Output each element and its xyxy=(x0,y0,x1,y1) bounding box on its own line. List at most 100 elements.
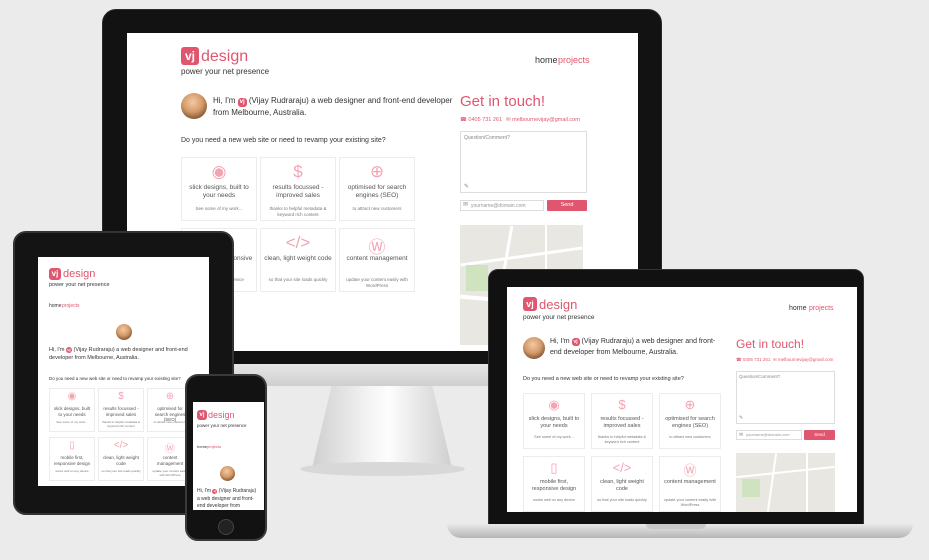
dollar-icon: $ xyxy=(293,162,303,181)
phone-icon: ☎ xyxy=(736,357,742,362)
laptop-notch xyxy=(646,524,706,529)
avatar xyxy=(181,93,207,119)
question-text: Do you need a new web site or need to re… xyxy=(49,376,181,381)
pencil-icon: ✎ xyxy=(464,184,470,190)
service-card[interactable]: </> clean, light weight code so that your … xyxy=(260,228,336,292)
intro-text: Hi, I'm vj (Vijay Rudraraju) a web desig… xyxy=(213,96,453,117)
intro-text: Hi, I'm vj (Vijay Rudraraju) a web desig… xyxy=(197,488,257,509)
inline-logo-mark: vj xyxy=(65,347,72,353)
service-card-subtitle: See some of my work... xyxy=(195,206,243,211)
tagline: power your net presence xyxy=(197,423,247,428)
phone-icon: ☎ xyxy=(460,117,467,123)
email-input[interactable]: ✉ yourname@domain.com xyxy=(736,430,802,440)
service-card[interactable]: </> clean, light weight code so that your … xyxy=(591,456,653,512)
service-card-title: content management xyxy=(664,479,716,485)
service-card[interactable]: Ⓦcontent management update your content e… xyxy=(339,228,415,292)
logo-name[interactable]: design xyxy=(201,47,248,66)
intro-text: Hi, I'm vj (Vijay Rudraraju) a web desig… xyxy=(49,347,188,362)
logo-mark[interactable]: vj xyxy=(197,410,207,420)
eye-icon: ◉ xyxy=(548,397,560,412)
logo-mark[interactable]: vj xyxy=(181,47,199,65)
nav-home[interactable]: home xyxy=(49,303,62,309)
service-card[interactable]: $ results focussed - improved sales thanks… xyxy=(98,388,144,432)
service-card[interactable]: $ results focussed - improved sales thanks… xyxy=(260,157,336,221)
nav-projects[interactable]: projects xyxy=(62,303,80,309)
contact-heading: Get in touch! xyxy=(460,93,546,110)
code-icon: </> xyxy=(113,440,129,451)
mobile-icon: ▯ xyxy=(550,460,558,475)
dollar-icon: $ xyxy=(118,391,124,402)
service-card[interactable]: ⊕ optimised for search engines (SEO) to at… xyxy=(659,393,721,449)
comment-placeholder: Question/Comment? xyxy=(739,374,781,379)
service-card-title: results focussed - improved sales xyxy=(600,416,644,429)
nav-home[interactable]: home xyxy=(789,305,807,313)
service-card-title: slick designs, built to your needs xyxy=(528,416,580,429)
nav-projects[interactable]: projects xyxy=(809,305,834,313)
tagline: power your net presence xyxy=(49,282,110,288)
service-card[interactable]: $ results focussed - improved sales thanks… xyxy=(591,393,653,449)
avatar xyxy=(116,324,132,340)
map[interactable] xyxy=(736,453,835,512)
service-card-title: results focussed - improved sales xyxy=(272,184,324,200)
inline-logo-mark: vj xyxy=(571,338,580,346)
nav-home[interactable]: home xyxy=(197,444,207,450)
phone-text[interactable]: ☎ 0405 731 261 xyxy=(736,357,770,362)
service-card[interactable]: ▯ mobile first, responsive design works we… xyxy=(523,456,585,512)
logo-mark[interactable]: vj xyxy=(523,297,537,311)
nav-projects[interactable]: projects xyxy=(207,444,221,450)
phone-screen: vj design power your net presence home p… xyxy=(193,402,264,510)
logo-name[interactable]: design xyxy=(63,268,95,281)
target-icon: ⊕ xyxy=(684,397,696,412)
email-text[interactable]: ✉ melbournevijay@gmail.com xyxy=(773,357,833,362)
service-card-subtitle: so that your site loads quickly xyxy=(101,469,141,473)
service-card-title: optimised for search engines (SEO) xyxy=(347,184,407,200)
service-card[interactable]: </> clean, light weight code so that your … xyxy=(98,437,144,481)
service-card-subtitle: works well on any device xyxy=(533,498,575,502)
service-card-subtitle: thanks to helpful metadata & keyword ric… xyxy=(101,420,141,428)
logo-mark[interactable]: vj xyxy=(49,268,61,280)
inline-logo-mark: vj xyxy=(237,98,247,107)
nav-home[interactable]: home xyxy=(535,55,558,66)
comment-textarea[interactable]: Question/Comment? ✎ xyxy=(736,371,835,424)
service-card-title: slick designs, built to your needs xyxy=(189,184,249,200)
comment-placeholder: Question/Comment? xyxy=(464,135,510,141)
service-card-title: mobile first, responsive design xyxy=(53,455,91,466)
send-button[interactable]: Send xyxy=(547,200,587,211)
service-card[interactable]: Ⓦcontent management update your content e… xyxy=(659,456,721,512)
service-card[interactable]: ◉ slick designs, built to your needs See s… xyxy=(523,393,585,449)
target-icon: ⊕ xyxy=(165,391,175,402)
service-card[interactable]: ⊕ optimised for search engines (SEO) to at… xyxy=(339,157,415,221)
logo-name[interactable]: design xyxy=(539,297,577,313)
service-card[interactable]: ◉ slick designs, built to your needs See s… xyxy=(49,388,95,432)
service-card[interactable]: ◉ slick designs, built to your needs See s… xyxy=(181,157,257,221)
avatar xyxy=(523,337,545,359)
send-button[interactable]: Send xyxy=(804,430,835,440)
comment-textarea[interactable]: Question/Comment? ✎ xyxy=(460,131,587,193)
code-icon: </> xyxy=(285,233,311,252)
logo-name[interactable]: design xyxy=(208,410,235,421)
service-card-title: content management xyxy=(156,455,184,466)
service-card-subtitle: See some of my work... xyxy=(56,420,88,424)
email-text[interactable]: ✉ melbournevijay@gmail.com xyxy=(506,117,580,124)
question-text: Do you need a new web site or need to re… xyxy=(181,137,386,144)
mail-icon: ✉ xyxy=(773,357,777,362)
question-text: Do you need a new web site or need to re… xyxy=(523,376,684,382)
service-card-subtitle: so that your site loads quickly xyxy=(268,277,328,282)
service-card-subtitle: thanks to helpful metadata & keyword ric… xyxy=(269,206,327,217)
service-card[interactable]: ▯ mobile first, responsive design works we… xyxy=(49,437,95,481)
service-card-title: clean, light weight code xyxy=(264,255,332,262)
mobile-icon: ▯ xyxy=(69,440,75,451)
service-card-subtitle: works well on any device xyxy=(55,469,89,473)
email-input[interactable]: ✉ yourname@domain.com xyxy=(460,200,544,211)
service-card-title: clean, light weight code xyxy=(103,455,139,466)
service-card-title: slick designs, built to your needs xyxy=(53,406,91,417)
service-card-title: content management xyxy=(346,255,408,262)
service-card-subtitle: update your content easily with WordPres… xyxy=(663,498,717,507)
service-card-subtitle: to attract new customers xyxy=(669,435,711,439)
phone-text[interactable]: ☎ 0405 731 261 xyxy=(460,117,502,124)
imac-stand xyxy=(312,386,452,468)
intro-text: Hi, I'm vj (Vijay Rudraraju) a web desig… xyxy=(550,338,716,356)
mail-icon: ✉ xyxy=(506,117,511,123)
nav-projects[interactable]: projects xyxy=(558,55,590,66)
contact-heading: Get in touch! xyxy=(736,337,805,351)
